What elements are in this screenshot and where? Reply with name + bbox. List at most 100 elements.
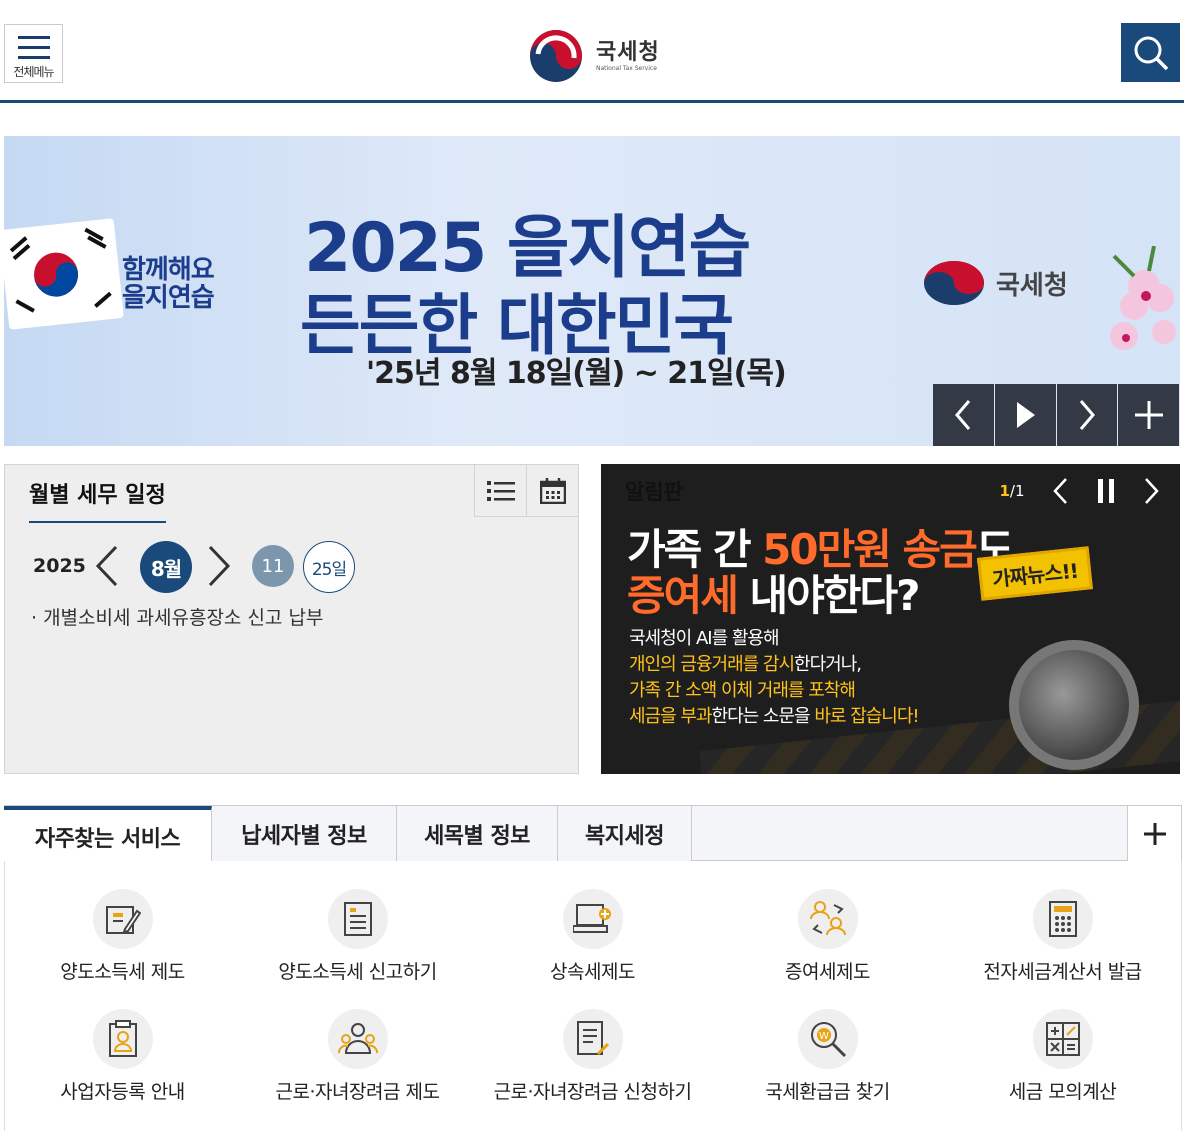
search-button[interactable] bbox=[1121, 23, 1180, 82]
next-month-button[interactable] bbox=[206, 545, 232, 587]
people-exchange-icon bbox=[797, 889, 858, 949]
chevron-left-icon bbox=[1053, 478, 1067, 504]
notice-prev-button[interactable] bbox=[1037, 464, 1083, 518]
service-label: 전자세금계산서 발급 bbox=[983, 961, 1142, 983]
pause-icon bbox=[1098, 479, 1114, 503]
nts-logo[interactable]: 국세청 National Tax Service bbox=[528, 26, 673, 86]
body2-part-a: 개인의 금융거래를 감시 bbox=[629, 654, 795, 675]
banner-play-button[interactable] bbox=[994, 384, 1056, 446]
page-total: /1 bbox=[1009, 482, 1025, 500]
schedule-day-11[interactable]: 11 bbox=[252, 545, 294, 587]
computer-plus-icon bbox=[562, 889, 623, 949]
monthly-tax-schedule: 월별 세무 일정 2025 8월 11 25일 · 개별소비세 과세유흥장소 신… bbox=[4, 464, 579, 774]
notice-pagination: 1/1 bbox=[987, 482, 1037, 500]
banner-org-name: 국세청 bbox=[996, 270, 1068, 301]
tab-tax-item-info[interactable]: 세목별 정보 bbox=[397, 806, 558, 861]
banner-prev-button[interactable] bbox=[933, 384, 994, 446]
service-label: 증여세제도 bbox=[785, 961, 870, 983]
notice-headline-2: 증여세 내야한다? bbox=[627, 562, 921, 623]
notice-controls: 1/1 bbox=[987, 464, 1180, 518]
site-header: 전체메뉴 국세청 National Tax Service bbox=[0, 0, 1184, 103]
schedule-title: 월별 세무 일정 bbox=[29, 477, 166, 523]
taegeuk-logo-icon bbox=[924, 261, 984, 305]
chevron-right-icon bbox=[1079, 400, 1095, 430]
slogan-line2: 을지연습 bbox=[122, 283, 215, 313]
banner-controls bbox=[933, 384, 1180, 446]
play-icon bbox=[1017, 402, 1036, 428]
service-item-earned-income-credit[interactable]: 근로·자녀장려금 제도 bbox=[240, 1009, 475, 1104]
service-label: 근로·자녀장려금 신청하기 bbox=[493, 1081, 692, 1103]
notice-pause-button[interactable] bbox=[1083, 464, 1129, 518]
magnifying-glass-image bbox=[1009, 640, 1139, 770]
service-item-transfer-tax-filing[interactable]: 양도소득세 신고하기 bbox=[240, 889, 475, 984]
list-icon bbox=[486, 480, 515, 501]
service-label: 국세환급금 찾기 bbox=[765, 1081, 890, 1103]
schedule-year: 2025 bbox=[33, 555, 86, 577]
body3-part-a: 가족 간 소액 이체 거래를 bbox=[629, 680, 804, 701]
service-tabs: 자주찾는 서비스 납세자별 정보 세목별 정보 복지세정 bbox=[4, 805, 1182, 863]
notice-board[interactable]: 알림판 가족 간 50만원 송금도 증여세 내야한다? 가짜뉴스!! 국세청이 … bbox=[601, 464, 1180, 774]
calendar-icon bbox=[539, 477, 566, 504]
notice-next-button[interactable] bbox=[1129, 464, 1175, 518]
notice-board-label: 알림판 bbox=[625, 480, 683, 504]
chevron-left-icon bbox=[955, 400, 971, 430]
document-pen-icon bbox=[562, 1009, 623, 1069]
service-item-e-tax-invoice[interactable]: 전자세금계산서 발급 bbox=[945, 889, 1180, 984]
service-item-tax-refund-lookup[interactable]: W 국세환급금 찾기 bbox=[710, 1009, 945, 1104]
headline2-part-b: 내야한다? bbox=[736, 571, 921, 620]
banner-next-button[interactable] bbox=[1056, 384, 1118, 446]
body-line-4: 세금을 부과한다는 소문을 바로 잡습니다! bbox=[629, 704, 920, 730]
service-label: 양도소득세 신고하기 bbox=[278, 961, 437, 983]
service-label: 양도소득세 제도 bbox=[60, 961, 185, 983]
hamburger-icon bbox=[18, 36, 50, 60]
service-item-earned-income-credit-apply[interactable]: 근로·자녀장려금 신청하기 bbox=[475, 1009, 710, 1104]
clipboard-person-icon bbox=[92, 1009, 153, 1069]
chevron-right-icon bbox=[1145, 478, 1159, 504]
logo-korean-name: 국세청 bbox=[596, 39, 660, 65]
svg-text:W: W bbox=[819, 1031, 829, 1042]
mugunghwa-flower-image bbox=[1094, 245, 1180, 356]
list-view-button[interactable] bbox=[474, 465, 526, 517]
chevron-left-icon bbox=[95, 545, 118, 587]
body4-part-a: 세금을 부과 bbox=[629, 706, 713, 727]
tab-taxpayer-info[interactable]: 납세자별 정보 bbox=[212, 806, 397, 861]
all-menu-button[interactable]: 전체메뉴 bbox=[4, 24, 63, 83]
calendar-view-button[interactable] bbox=[526, 465, 578, 517]
banner-more-button[interactable] bbox=[1118, 384, 1179, 446]
headline2-part-a: 증여세 bbox=[627, 571, 739, 620]
chevron-right-icon bbox=[208, 545, 231, 587]
frequent-services-panel: 양도소득세 제도 양도소득세 신고하기 상속세제도 증여세제도 전자세금계산서 … bbox=[4, 861, 1182, 1131]
body2-part-b: 한다거나, bbox=[794, 654, 862, 675]
service-item-transfer-tax-system[interactable]: 양도소득세 제도 bbox=[5, 889, 240, 984]
body3-part-b: 포착해 bbox=[803, 680, 856, 701]
plus-icon bbox=[1143, 822, 1166, 845]
body-line-2: 개인의 금융거래를 감시한다거나, bbox=[629, 652, 919, 678]
service-label: 사업자등록 안내 bbox=[60, 1081, 185, 1103]
all-menu-label: 전체메뉴 bbox=[13, 65, 54, 79]
notice-body: 국세청이 AI를 활용해 개인의 금융거래를 감시한다거나, 가족 간 소액 이… bbox=[629, 626, 920, 730]
body-line-1: 국세청이 AI를 활용해 bbox=[629, 628, 780, 649]
prev-month-button[interactable] bbox=[94, 545, 120, 587]
plus-icon bbox=[1134, 401, 1163, 429]
tab-welfare-tax[interactable]: 복지세정 bbox=[558, 806, 692, 861]
service-item-tax-simulation[interactable]: 세금 모의계산 bbox=[945, 1009, 1180, 1104]
tab-frequent-services[interactable]: 자주찾는 서비스 bbox=[4, 806, 212, 863]
tabs-more-button[interactable] bbox=[1127, 806, 1181, 861]
schedule-day-25[interactable]: 25일 bbox=[303, 541, 355, 593]
form-document-icon bbox=[327, 889, 388, 949]
people-group-icon bbox=[327, 1009, 388, 1069]
schedule-item[interactable]: · 개별소비세 과세유흥장소 신고 납부 bbox=[31, 603, 323, 630]
body4-part-c: 바로 잡습니다! bbox=[809, 706, 919, 727]
banner-date: '25년 8월 18일(월) ~ 21일(목) bbox=[366, 356, 787, 391]
service-item-business-registration[interactable]: 사업자등록 안내 bbox=[5, 1009, 240, 1104]
calc-symbols-icon bbox=[1032, 1009, 1093, 1069]
service-item-inheritance-tax[interactable]: 상속세제도 bbox=[475, 889, 710, 984]
current-month[interactable]: 8월 bbox=[140, 541, 192, 593]
service-item-gift-tax[interactable]: 증여세제도 bbox=[710, 889, 945, 984]
banner-org-logo: 국세청 bbox=[922, 258, 1068, 308]
taegeuk-logo-icon bbox=[530, 30, 582, 82]
page-current: 1 bbox=[999, 482, 1010, 500]
korean-flag-image bbox=[4, 218, 124, 330]
logo-english-name: National Tax Service bbox=[596, 64, 657, 72]
service-label: 세금 모의계산 bbox=[1008, 1081, 1117, 1103]
